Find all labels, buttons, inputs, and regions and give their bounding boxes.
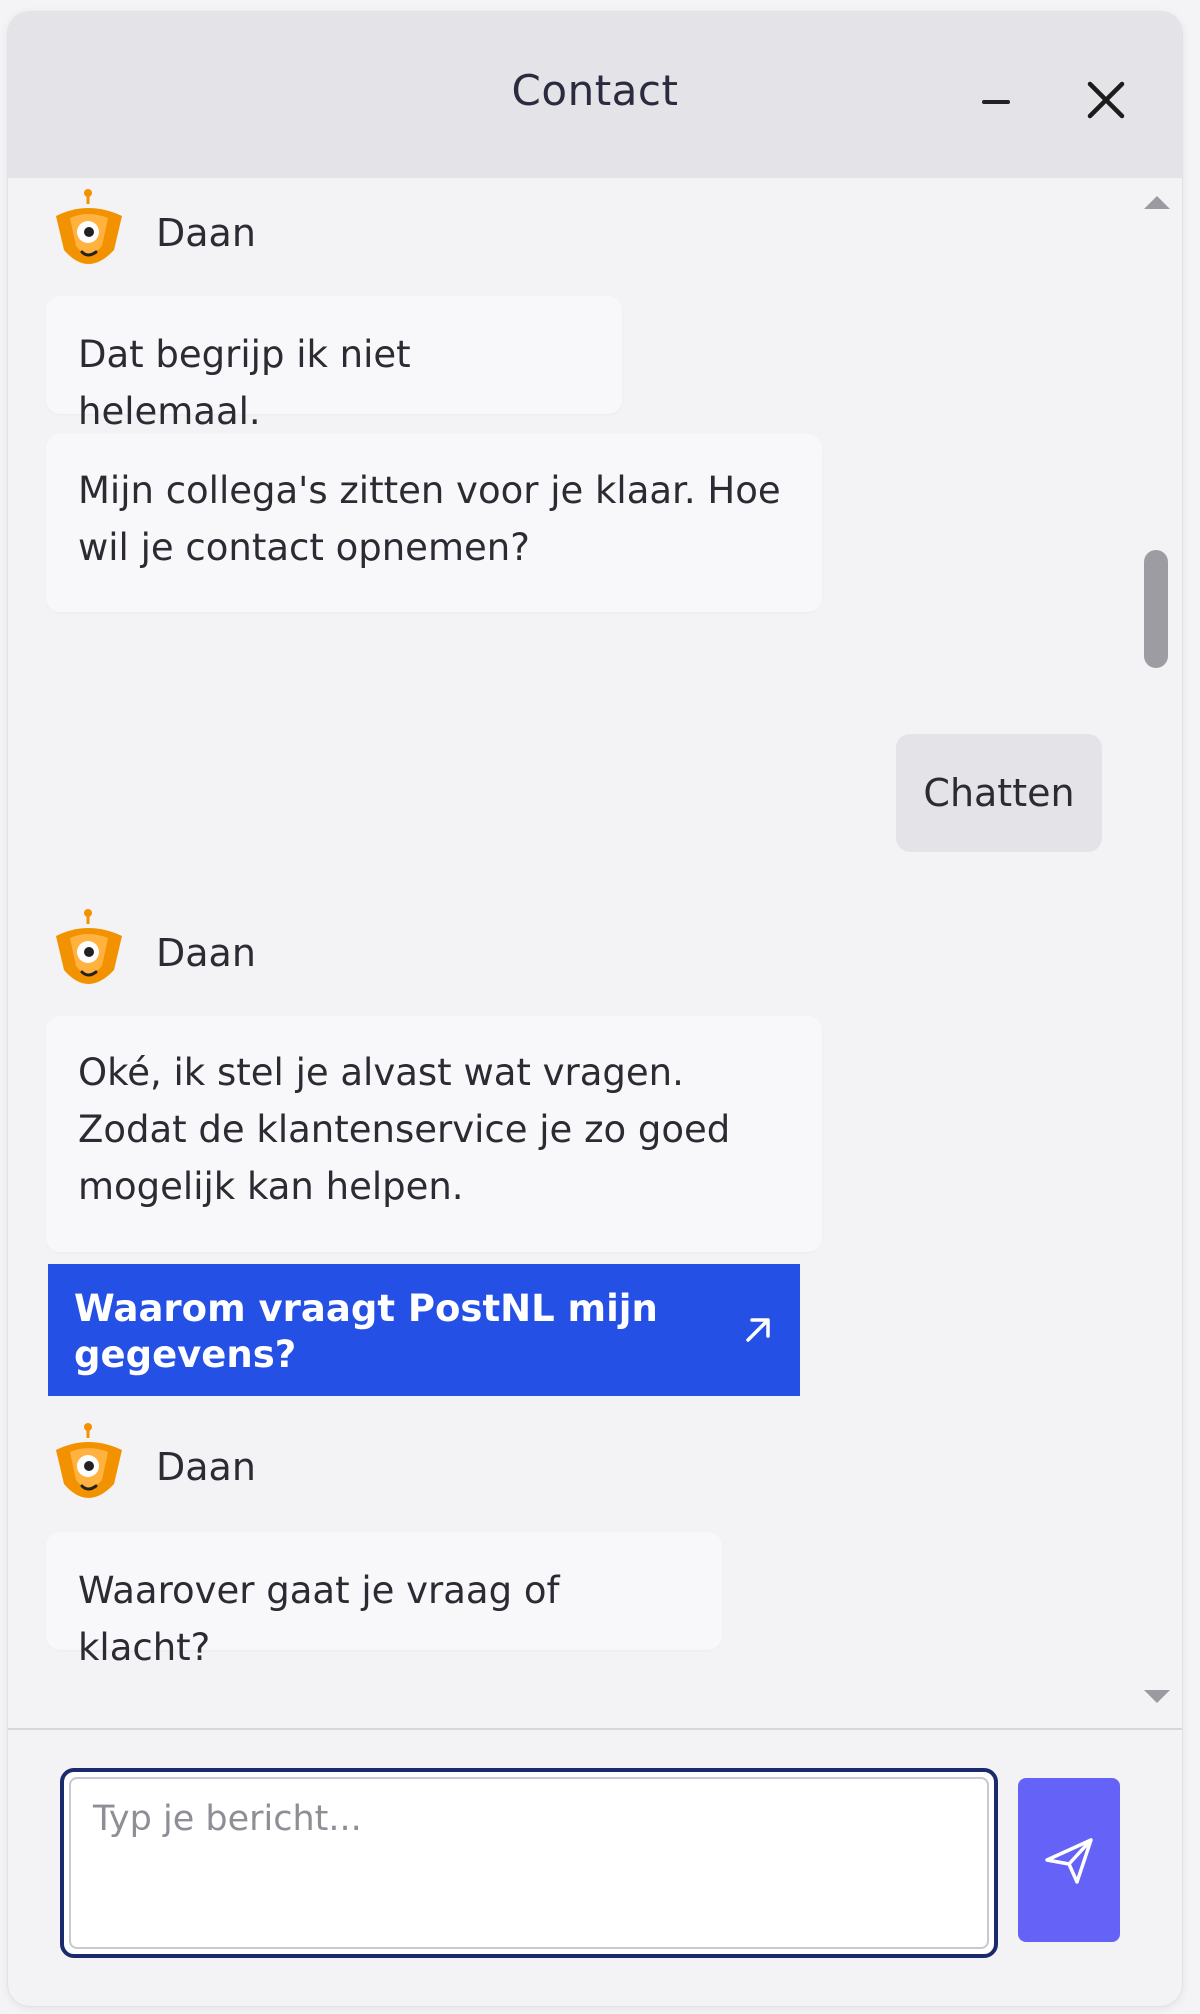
close-button[interactable]	[1076, 70, 1136, 130]
message-input-wrapper	[60, 1768, 998, 1958]
link-text: Waarom vraagt PostNL mijn gegevens?	[74, 1287, 658, 1376]
bot-message: Dat begrijp ik niet helemaal.	[46, 296, 622, 433]
send-icon	[1045, 1838, 1093, 1884]
close-icon	[1087, 81, 1125, 119]
message-text: Chatten	[923, 771, 1075, 815]
bot-message: Mijn collega's zitten voor je klaar. Hoe…	[46, 434, 822, 612]
bot-message: Waarover gaat je vraag of klacht?	[46, 1532, 722, 1669]
scroll-thumb[interactable]	[1144, 550, 1168, 668]
user-message: Chatten	[896, 734, 1102, 852]
message-sender: Daan	[52, 1422, 256, 1512]
avatar-robot-icon	[56, 909, 122, 984]
avatar-robot-icon	[56, 189, 122, 264]
chat-header: Contact	[8, 12, 1182, 178]
scroll-up-arrow-icon[interactable]	[1144, 196, 1170, 209]
sender-name: Daan	[156, 1445, 256, 1489]
footer-divider	[8, 1728, 1182, 1730]
minimize-icon	[982, 100, 1010, 104]
minimize-button[interactable]	[966, 72, 1026, 132]
message-sender: Daan	[52, 908, 256, 998]
scroll-down-arrow-icon[interactable]	[1144, 1690, 1170, 1703]
bot-message: Oké, ik stel je alvast wat vragen. Zodat…	[46, 1016, 822, 1252]
send-button[interactable]	[1018, 1778, 1120, 1942]
avatar-robot-icon	[56, 1423, 122, 1498]
message-sender: Daan	[52, 188, 256, 278]
message-text: Mijn collega's zitten voor je klaar. Hoe…	[78, 469, 781, 569]
external-arrow-icon	[746, 1318, 770, 1342]
message-list: Daan Dat begrijp ik niet helemaal. Mijn …	[8, 178, 1182, 1728]
message-text: Waarover gaat je vraag of klacht?	[78, 1569, 560, 1669]
message-text: Oké, ik stel je alvast wat vragen. Zodat…	[78, 1051, 731, 1208]
chat-scrollbar[interactable]	[1132, 178, 1182, 1728]
sender-name: Daan	[156, 211, 256, 255]
message-text: Dat begrijp ik niet helemaal.	[78, 333, 411, 433]
message-input[interactable]	[69, 1777, 989, 1949]
sender-name: Daan	[156, 931, 256, 975]
privacy-info-link[interactable]: Waarom vraagt PostNL mijn gegevens?	[48, 1264, 800, 1396]
chat-window: Contact Daan Dat begrijp ik niet helemaa…	[8, 12, 1182, 2006]
